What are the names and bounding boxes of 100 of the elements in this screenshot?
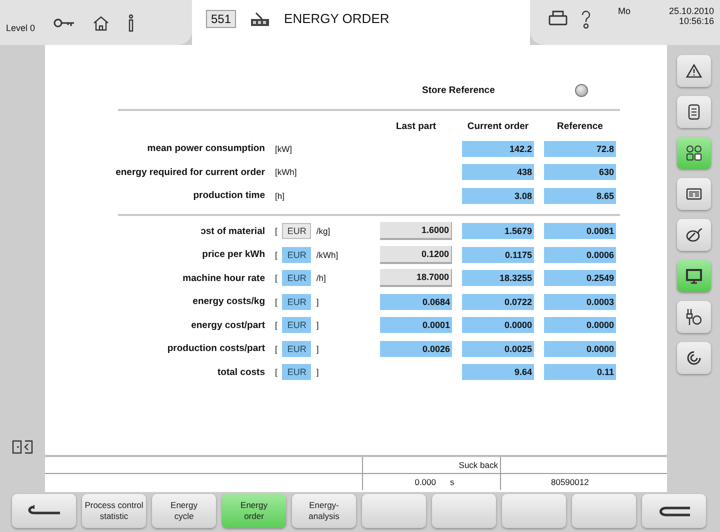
key-icon[interactable] xyxy=(53,16,76,28)
shapes-icon xyxy=(686,145,702,161)
currency-button[interactable]: EUR xyxy=(282,270,312,286)
warning-icon xyxy=(686,64,702,78)
monitor-icon xyxy=(686,268,702,284)
warning-button[interactable] xyxy=(676,55,710,87)
currency-button[interactable]: EUR xyxy=(282,246,312,263)
forward-button[interactable] xyxy=(642,494,706,528)
unit-label: ] xyxy=(316,320,319,330)
row-label: energy required for current order xyxy=(115,166,265,178)
value-cell: 0.0026 xyxy=(380,340,452,357)
home-icon[interactable] xyxy=(93,14,110,30)
spiral-icon xyxy=(686,350,702,366)
row-label: mean power consumption xyxy=(146,143,265,154)
grid-button[interactable] xyxy=(676,137,710,169)
bracket: [ xyxy=(275,250,278,260)
value-cell: 142.2 xyxy=(462,140,534,157)
unit-label: ] xyxy=(316,367,319,378)
value-cell: 0.2549 xyxy=(544,270,616,286)
value-cell: 3.08 xyxy=(462,188,534,204)
plug-button[interactable] xyxy=(676,301,710,333)
value-cell: 438 xyxy=(462,164,534,180)
input-field[interactable]: 18.7000 xyxy=(380,269,452,288)
card-button[interactable] xyxy=(676,178,710,210)
weekday: Mo xyxy=(618,6,631,16)
plug-icon xyxy=(686,308,702,326)
indicator-lamp[interactable] xyxy=(574,84,588,96)
currency-button[interactable]: EUR xyxy=(282,317,312,334)
card-icon xyxy=(686,188,702,200)
softkey-button[interactable]: Energy order xyxy=(222,494,286,528)
help-icon[interactable] xyxy=(580,10,592,30)
printer-icon[interactable] xyxy=(548,10,568,26)
row-label: price per kWh xyxy=(201,249,265,260)
value-cell: 0.0003 xyxy=(544,294,616,310)
unit-label: [kW] xyxy=(275,144,292,154)
unit-label: ] xyxy=(316,296,319,307)
value-cell: 630 xyxy=(544,164,616,180)
value-cell: 0.11 xyxy=(544,364,616,380)
status-code: 80590012 xyxy=(551,477,589,487)
softkey-button[interactable]: Energy cycle xyxy=(152,494,216,528)
row-label: machine hour rate xyxy=(182,272,265,284)
spiral-button[interactable] xyxy=(676,342,710,374)
value-cell: 8.65 xyxy=(544,188,616,204)
value-cell: 0.0006 xyxy=(544,246,616,263)
value-cell: 1.5679 xyxy=(462,223,534,240)
time: 10:56:16 xyxy=(678,16,714,26)
bracket: [ xyxy=(275,296,278,307)
bracket: [ xyxy=(275,226,278,236)
value-cell: 0.0000 xyxy=(544,317,616,334)
row-label: production costs/part xyxy=(166,343,265,354)
softkey-button[interactable]: Process control statistic xyxy=(82,494,146,528)
value-cell: 18.3255 xyxy=(462,270,534,286)
value-cell: 0.0001 xyxy=(380,317,452,334)
row-label: total costs xyxy=(216,366,265,378)
value-cell: 0.0000 xyxy=(462,317,534,334)
unit-label: [h] xyxy=(275,190,284,201)
input-field[interactable]: 1.6000 xyxy=(380,222,452,240)
currency-button[interactable]: EUR xyxy=(282,294,312,310)
bracket: [ xyxy=(275,367,278,378)
row-label: ɔst of material xyxy=(200,226,265,237)
monitor-button[interactable] xyxy=(676,260,710,292)
column-header: Reference xyxy=(556,120,604,132)
value-cell: 0.1175 xyxy=(462,246,534,263)
user-level: Level 0 xyxy=(6,22,36,32)
row-label: energy costs/kg xyxy=(192,296,265,308)
unit-label: /h] xyxy=(316,273,326,284)
value-cell: 0.0081 xyxy=(544,223,616,240)
screen-title: ENERGY ORDER xyxy=(284,11,390,26)
value-cell: 0.0722 xyxy=(462,294,534,310)
bracket: [ xyxy=(275,344,278,354)
value-cell: 9.64 xyxy=(462,364,534,380)
clipboard-button[interactable] xyxy=(676,96,710,128)
currency-button[interactable]: EUR xyxy=(282,340,312,357)
input-field[interactable]: 0.1200 xyxy=(380,246,452,264)
status-value: 0.000 xyxy=(414,477,436,487)
currency-button[interactable]: EUR xyxy=(282,364,312,380)
machine-icon xyxy=(250,10,270,26)
row-label: energy cost/part xyxy=(190,320,265,331)
status-unit: s xyxy=(450,477,456,487)
column-header: Current order xyxy=(466,120,530,132)
back-button[interactable] xyxy=(12,494,76,528)
unit-label: /kWh] xyxy=(316,250,338,260)
door-icon[interactable] xyxy=(12,440,34,454)
value-cell: 0.0000 xyxy=(544,340,616,357)
program-number: 551 xyxy=(206,10,236,28)
currency-button[interactable]: EUR xyxy=(282,223,312,240)
status-heading: Suck back xyxy=(362,457,500,473)
unit-label: /kg] xyxy=(316,226,330,236)
unit-label: [kWh] xyxy=(275,167,297,178)
back-arrow-icon xyxy=(26,505,62,517)
value-cell: 0.0025 xyxy=(462,340,534,357)
store-reference-label: Store Reference xyxy=(422,84,495,96)
softkey-button[interactable]: Energy- analysis xyxy=(292,494,356,528)
info-icon[interactable] xyxy=(127,14,136,32)
value-cell: 0.0684 xyxy=(380,294,452,310)
row-label: production time xyxy=(192,190,265,202)
value-cell: 72.8 xyxy=(544,140,616,157)
column-header: Last part xyxy=(394,120,438,132)
bracket: [ xyxy=(275,320,278,330)
date: 25.10.2010 xyxy=(668,6,714,16)
